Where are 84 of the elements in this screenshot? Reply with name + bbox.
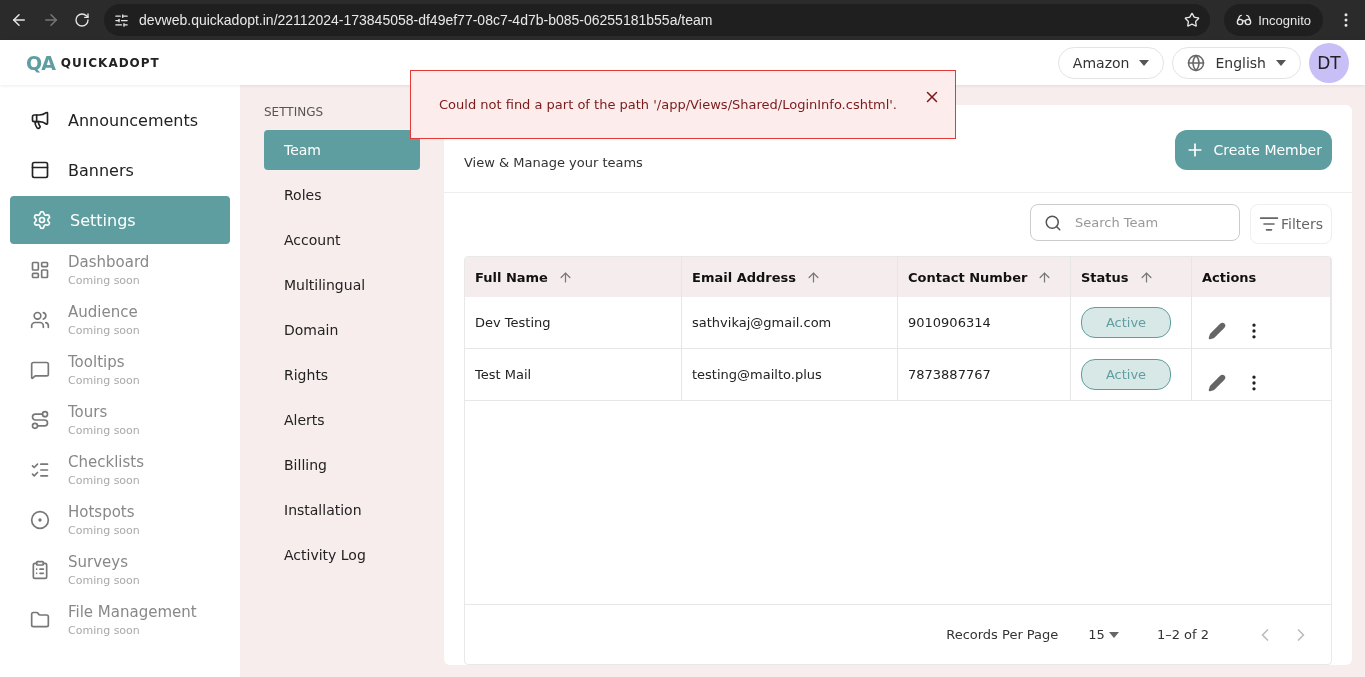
search-field[interactable]: Search Team [1030, 204, 1241, 241]
sidebar-label: Surveys [68, 553, 129, 571]
search-icon [1044, 214, 1063, 232]
column-header[interactable]: Full Name [465, 257, 682, 297]
sidebar-label: Settings [70, 210, 136, 230]
settings-menu-item[interactable]: Multilingual [264, 265, 420, 305]
coming-soon-note: Coming soon [68, 524, 140, 537]
sort-icon[interactable] [806, 269, 821, 285]
coming-soon-note: Coming soon [68, 324, 140, 337]
sidebar-item[interactable]: Banners [10, 145, 230, 195]
settings-menu-item[interactable]: Installation [264, 490, 420, 530]
sidebar-label: Tours [68, 403, 109, 421]
sidebar-label: Banners [68, 160, 134, 180]
checklist-icon [30, 460, 50, 480]
logo-mark: QA [26, 51, 55, 74]
speech-bubble-icon [30, 360, 50, 380]
sidebar-label: Checklists [68, 453, 144, 471]
user-avatar[interactable]: DT [1309, 42, 1349, 83]
sort-icon[interactable] [1138, 269, 1154, 285]
back-icon[interactable] [10, 11, 28, 29]
column-header[interactable]: Actions [1192, 257, 1331, 297]
filter-icon [1259, 214, 1280, 234]
table-cell: Test Mail [465, 349, 682, 401]
sidebar-label: Dashboard [68, 253, 150, 271]
route-icon [30, 410, 50, 430]
globe-icon [1187, 53, 1206, 72]
address-bar[interactable]: devweb.quickadopt.in/22112024-173845058-df49ef77-08c7-4d7b-b085-06255181b55a/team [104, 4, 1211, 36]
coming-soon-note: Coming soon [68, 574, 140, 587]
per-page-select[interactable]: 15 [1088, 627, 1119, 642]
edit-icon[interactable] [1208, 321, 1226, 340]
settings-menu-item[interactable]: Domain [264, 310, 420, 350]
coming-soon-note: Coming soon [68, 474, 141, 487]
settings-menu-item[interactable]: Alerts [264, 400, 420, 440]
sidebar-label: Tooltips [68, 353, 126, 371]
column-header[interactable]: Email Address [682, 257, 898, 297]
users-icon [30, 310, 50, 330]
table-cell: 7873887767 [898, 349, 1071, 401]
sort-icon[interactable] [557, 269, 573, 285]
records-per-page-label: Records Per Page [946, 627, 1059, 642]
target-icon [30, 510, 50, 530]
site-settings-icon[interactable] [114, 12, 129, 28]
settings-menu-item[interactable]: Account [264, 220, 420, 260]
incognito-badge[interactable]: Incognito [1224, 4, 1323, 36]
coming-soon-note: Coming soon [68, 424, 140, 437]
sidebar-label: File Management [68, 603, 197, 621]
settings-heading: SETTINGS [264, 105, 325, 119]
settings-icon [32, 210, 52, 230]
edit-icon[interactable] [1208, 373, 1226, 392]
table-cell: 9010906314 [898, 297, 1071, 349]
table-cell: testing@mailto.plus [682, 349, 898, 401]
clipboard-list-icon [30, 560, 50, 580]
status-badge: Active [1081, 359, 1171, 390]
table-cell: Dev Testing [465, 297, 682, 349]
sidebar-label: Audience [68, 303, 139, 321]
dashboard-icon [30, 260, 50, 280]
status-badge: Active [1081, 307, 1171, 338]
coming-soon-note: Coming soon [68, 624, 141, 637]
settings-menu-item[interactable]: Billing [264, 445, 420, 485]
settings-menu-item[interactable]: Rights [264, 355, 420, 395]
filters-button[interactable]: Filters [1250, 204, 1332, 244]
caret-icon [1276, 59, 1286, 66]
column-header[interactable]: Contact Number [898, 257, 1071, 297]
page-subtitle: View & Manage your teams [464, 155, 643, 170]
error-message: Could not find a part of the path '/app/Views/Shared/LoginInfo.cshtml'. [439, 95, 898, 114]
sidebar-label: Announcements [68, 110, 199, 130]
folder-icon [30, 610, 50, 630]
caret-icon [1108, 631, 1119, 638]
coming-soon-note: Coming soon [68, 374, 140, 387]
sort-icon[interactable] [1037, 269, 1053, 285]
caret-icon [1139, 59, 1150, 66]
star-icon[interactable] [1184, 12, 1201, 28]
panel-icon [30, 160, 50, 180]
sidebar-item[interactable]: Announcements [10, 95, 230, 145]
table-cell: sathvikaj@gmail.com [682, 297, 898, 349]
settings-menu-item[interactable]: Activity Log [264, 535, 420, 575]
reload-icon[interactable] [74, 12, 90, 28]
coming-soon-note: Coming soon [68, 274, 141, 287]
megaphone-icon [30, 110, 50, 130]
settings-menu-item[interactable]: Roles [264, 175, 420, 215]
page-range: 1–2 of 2 [1156, 627, 1209, 642]
column-header[interactable]: Status [1071, 257, 1192, 297]
forward-icon[interactable] [42, 11, 60, 29]
logo-text: QUICKADOPT [60, 55, 160, 70]
sidebar-label: Hotspots [68, 503, 136, 521]
